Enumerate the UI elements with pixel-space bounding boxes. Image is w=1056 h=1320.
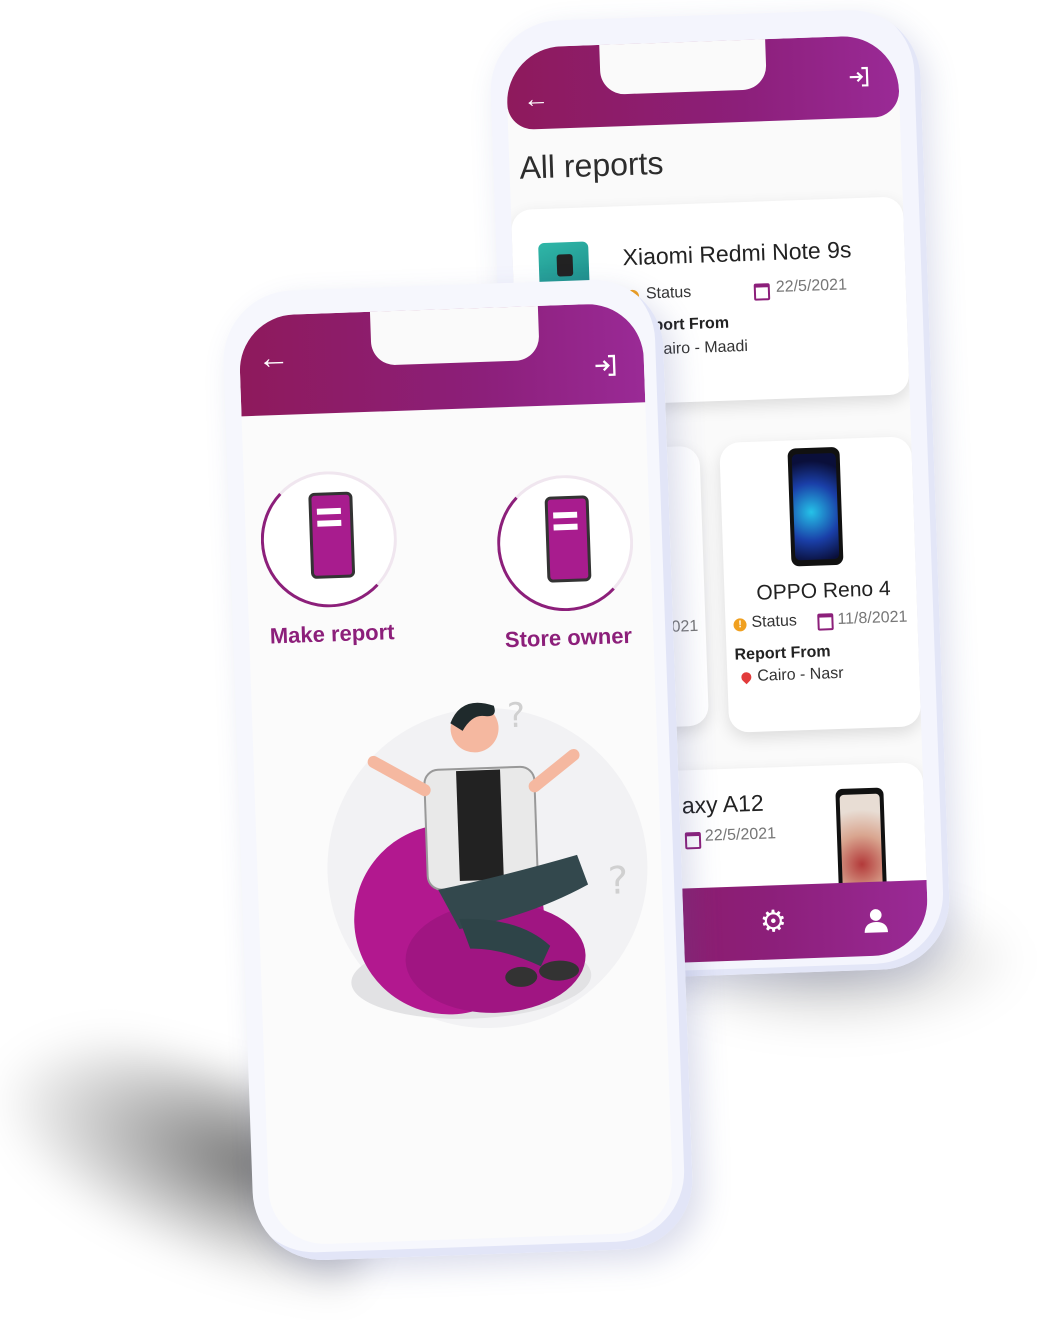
front-phone-mockup: ← Make report Store owner ? ? (221, 277, 695, 1263)
location-pin-icon (739, 670, 754, 685)
gear-icon[interactable]: ⚙ (759, 905, 787, 939)
home-screen: ← Make report Store owner ? ? (238, 302, 675, 1246)
report-date: 22/5/2021 (775, 276, 848, 296)
report-name: Xiaomi Redmi Note 9s (622, 236, 852, 271)
app-header: ← (238, 302, 646, 417)
svg-text:?: ? (506, 696, 525, 737)
report-location: Cairo - Maadi (651, 337, 749, 359)
report-name: axy A12 (681, 789, 765, 819)
calendar-icon (817, 613, 834, 631)
report-date: 021 (671, 617, 699, 636)
store-owner-option[interactable]: Store owner (488, 472, 644, 654)
phone-notch (369, 303, 540, 366)
report-card[interactable]: OPPO Reno 4 ! Status 11/8/2021 Report Fr… (719, 436, 922, 733)
user-icon[interactable] (861, 905, 890, 941)
report-location: Cairo - Nasr (757, 664, 844, 685)
app-header: ← (505, 34, 900, 131)
phone-image (787, 446, 844, 567)
logout-icon[interactable] (591, 351, 620, 385)
status-icon: ! (733, 618, 747, 632)
svg-text:?: ? (607, 858, 629, 903)
report-date: 11/8/2021 (837, 608, 908, 628)
calendar-icon (753, 283, 771, 301)
calendar-icon (684, 831, 702, 850)
back-arrow-icon[interactable]: ← (523, 83, 550, 114)
phone-form-illustration (258, 469, 400, 610)
phone-notch (599, 37, 767, 95)
report-date: 22/5/2021 (704, 825, 777, 845)
page-title: All reports (518, 144, 665, 186)
back-arrow-icon[interactable]: ← (257, 339, 290, 376)
report-status: Status (645, 283, 692, 303)
phone-form-illustration (494, 472, 636, 614)
report-from-label: Report From (734, 643, 831, 664)
make-report-option[interactable]: Make report (252, 469, 408, 650)
confused-man-on-beanbag-illustration: ? ? (311, 682, 663, 1044)
report-status: Status (751, 612, 798, 631)
report-name: OPPO Reno 4 (756, 577, 892, 605)
logout-icon[interactable] (846, 63, 873, 94)
make-report-label: Make report (269, 619, 395, 649)
store-owner-label: Store owner (504, 622, 633, 653)
